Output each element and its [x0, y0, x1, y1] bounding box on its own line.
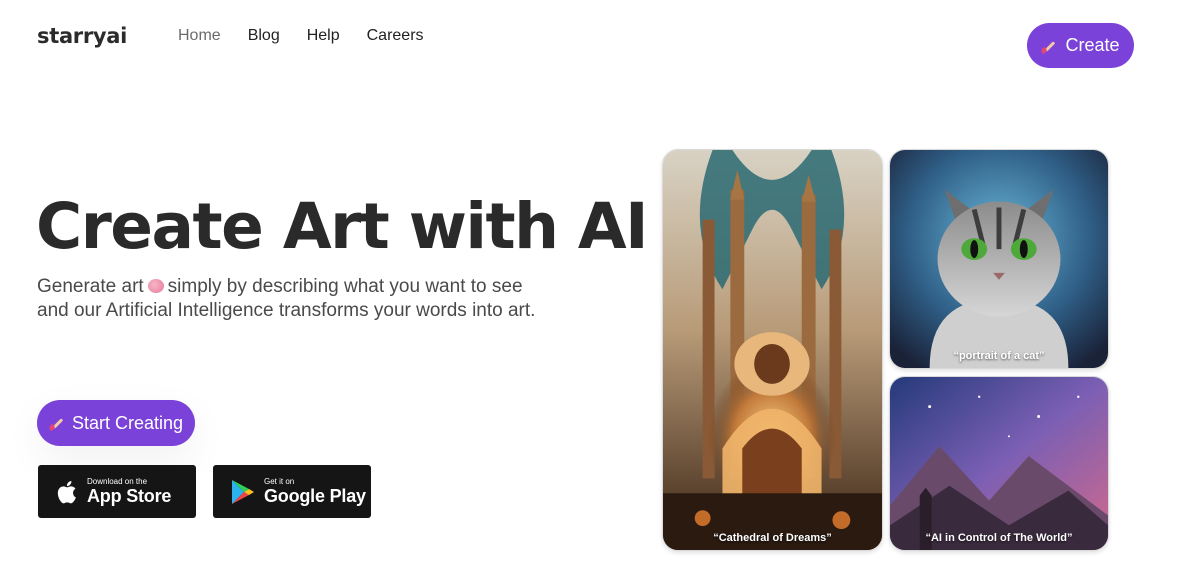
paintbrush-icon	[49, 415, 65, 431]
google-play-badge[interactable]: Get it on Google Play	[213, 465, 371, 518]
start-creating-button[interactable]: Start Creating	[37, 400, 195, 446]
google-play-large: Google Play	[264, 486, 366, 506]
create-button[interactable]: Create	[1027, 23, 1134, 68]
logo[interactable]: starryai	[37, 24, 127, 48]
main-nav: Home Blog Help Careers	[178, 27, 451, 45]
app-store-badge[interactable]: Download on the App Store	[38, 465, 196, 518]
hero-title: Create Art with AI	[36, 190, 649, 263]
brain-icon	[147, 279, 164, 293]
nav-home[interactable]: Home	[178, 27, 221, 45]
gallery-caption: “portrait of a cat”	[953, 350, 1045, 362]
app-store-large: App Store	[87, 486, 172, 506]
gallery-card-world[interactable]: “AI in Control of The World”	[889, 376, 1109, 551]
cat-artwork	[890, 150, 1108, 368]
gallery-card-cat[interactable]: “portrait of a cat”	[889, 149, 1109, 369]
gallery-card-cathedral[interactable]: “Cathedral of Dreams”	[662, 149, 883, 551]
nav-careers[interactable]: Careers	[367, 27, 424, 45]
apple-icon	[57, 480, 76, 503]
hero-subtitle-part1: Generate art	[37, 276, 144, 297]
google-play-small: Get it on	[264, 477, 295, 486]
gallery-caption: “Cathedral of Dreams”	[713, 532, 832, 544]
nav-help[interactable]: Help	[307, 27, 340, 45]
gallery-caption: “AI in Control of The World”	[925, 532, 1073, 544]
cathedral-artwork	[663, 150, 882, 550]
hero-subtitle: Generate art simply by describing what yo…	[37, 275, 557, 323]
paintbrush-icon	[1041, 38, 1057, 54]
start-creating-label: Start Creating	[71, 412, 184, 433]
create-button-label: Create	[1065, 35, 1120, 55]
google-play-icon	[232, 479, 254, 504]
world-artwork	[890, 377, 1108, 550]
nav-blog[interactable]: Blog	[248, 27, 280, 45]
app-store-small: Download on the	[87, 477, 148, 486]
